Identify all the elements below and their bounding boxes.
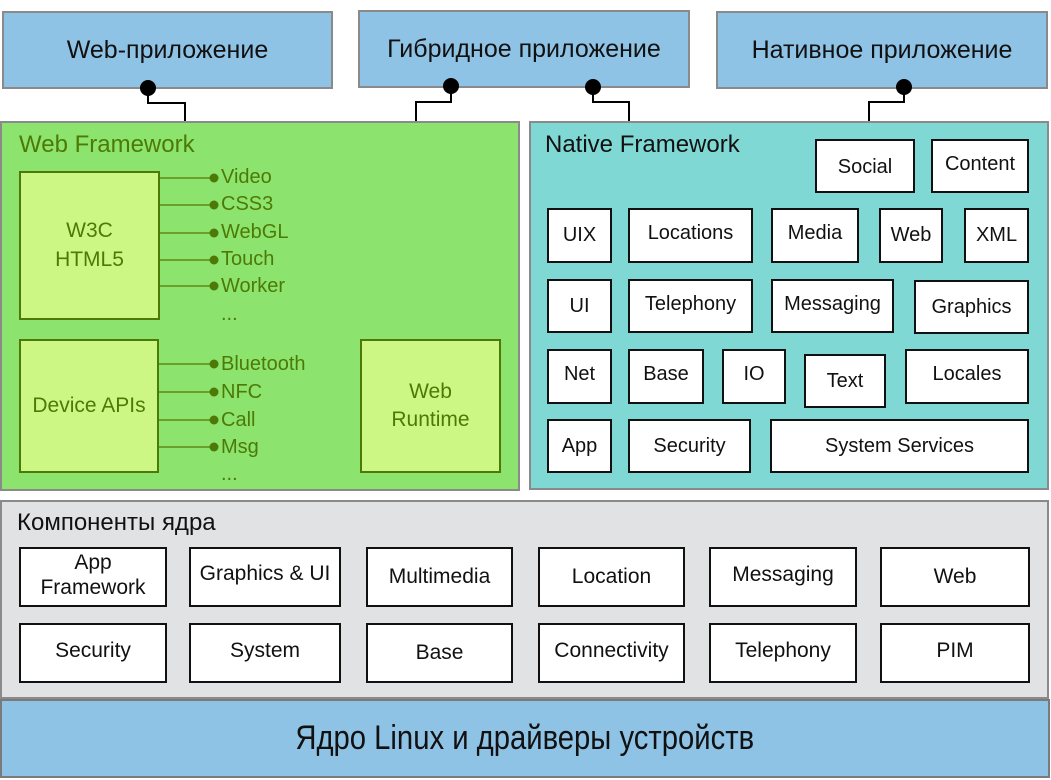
- core-label: Security: [55, 639, 131, 663]
- device-api-item: Bluetooth: [221, 353, 306, 375]
- module-label: UIX: [562, 224, 597, 246]
- core-telephony: Telephony: [709, 623, 857, 683]
- web-app-box: Web-приложение: [2, 11, 333, 89]
- native-module-uix: UIX: [547, 208, 612, 263]
- module-label: IO: [743, 363, 765, 385]
- module-label: UI: [569, 294, 590, 317]
- module-label: Social: [837, 155, 893, 178]
- device-api-item-more: ...: [221, 463, 238, 485]
- device-apis-label: Device APIs: [32, 393, 146, 417]
- module-label: Base: [643, 363, 689, 385]
- w3c-item: Worker: [221, 275, 286, 297]
- web-runtime-label-1: Web: [409, 379, 452, 403]
- core-label: Web: [933, 565, 977, 589]
- device-api-item: NFC: [221, 381, 263, 403]
- web-runtime-box: Web Runtime: [360, 339, 501, 473]
- module-label: Content: [944, 152, 1016, 175]
- core-label: Base: [415, 641, 464, 665]
- core-label: Telephony: [735, 639, 831, 663]
- module-label: Text: [826, 369, 864, 392]
- native-module-system-services: System Services: [770, 419, 1029, 473]
- native-module-content: Content: [931, 139, 1029, 193]
- native-module-telephony: Telephony: [628, 279, 753, 333]
- native-module-io: IO: [722, 349, 786, 404]
- module-label: Locations: [647, 222, 734, 244]
- module-label: System Services: [825, 434, 974, 457]
- architecture-diagram: Web-приложение Гибридное приложение Нати…: [0, 0, 1051, 780]
- module-label: Messaging: [784, 292, 881, 315]
- core-app-framework: App Framework: [19, 547, 167, 607]
- native-module-messaging: Messaging: [771, 279, 894, 333]
- core-security: Security: [19, 623, 167, 683]
- device-apis-box: Device APIs: [19, 339, 159, 473]
- core-pim: PIM: [880, 623, 1030, 683]
- web-app-label: Web-приложение: [66, 35, 269, 64]
- module-label: Media: [787, 222, 843, 244]
- native-app-box: Нативное приложение: [716, 11, 1048, 89]
- core-label: Location: [571, 565, 652, 589]
- web-app-connector-line: [147, 88, 186, 121]
- core-label: System: [229, 639, 300, 663]
- module-label: Security: [653, 434, 726, 457]
- w3c-html5-box: W3C HTML5: [19, 171, 160, 320]
- linux-kernel-bar: Ядро Linux и драйверы устройств: [0, 699, 1050, 778]
- module-label: Telephony: [644, 292, 737, 315]
- core-label: Messaging: [732, 563, 834, 587]
- hybrid-app-web-connector-line: [415, 86, 452, 121]
- core-multimedia: Multimedia: [366, 547, 513, 607]
- web-runtime-label-2: Runtime: [391, 408, 470, 431]
- hybrid-app-label: Гибридное приложение: [387, 34, 661, 63]
- native-app-label: Нативное приложение: [751, 35, 1013, 64]
- core-label: Multimedia: [388, 565, 491, 589]
- core-base: Base: [366, 623, 513, 683]
- html5-label: HTML5: [55, 247, 124, 271]
- core-connectivity: Connectivity: [538, 623, 685, 683]
- native-module-social: Social: [815, 139, 915, 193]
- core-location: Location: [538, 547, 685, 607]
- core-label: PIM: [936, 639, 974, 663]
- native-module-ui: UI: [547, 279, 612, 333]
- module-label: Graphics: [931, 295, 1012, 318]
- module-label: XML: [975, 224, 1018, 246]
- core-label: App: [74, 550, 112, 574]
- core-web: Web: [880, 547, 1030, 607]
- hybrid-app-box: Гибридное приложение: [358, 10, 690, 88]
- native-module-web: Web: [879, 208, 943, 263]
- core-system: System: [189, 623, 341, 683]
- native-module-base: Base: [628, 349, 704, 404]
- native-module-locations: Locations: [628, 208, 753, 263]
- core-messaging: Messaging: [709, 547, 857, 607]
- native-module-security: Security: [628, 419, 751, 473]
- w3c-item: Video: [221, 166, 272, 188]
- web-framework-title: Web Framework: [19, 131, 195, 158]
- module-label: Locales: [932, 363, 1002, 385]
- device-api-item: Call: [221, 409, 256, 431]
- device-api-item: Msg: [221, 436, 259, 458]
- core-graphics-ui: Graphics & UI: [189, 547, 341, 607]
- native-module-media: Media: [771, 208, 859, 263]
- module-label: App: [561, 434, 598, 457]
- module-label: Web: [890, 224, 932, 246]
- w3c-item: CSS3: [221, 193, 274, 215]
- native-module-locales: Locales: [905, 349, 1029, 404]
- w3c-item: Touch: [221, 248, 275, 270]
- native-module-text: Text: [804, 354, 886, 408]
- w3c-label: W3C: [66, 219, 113, 243]
- core-components-title: Компоненты ядра: [17, 509, 216, 536]
- native-module-graphics: Graphics: [914, 280, 1029, 334]
- core-label: Graphics & UI: [199, 562, 331, 586]
- hybrid-app-native-connector-line: [592, 87, 630, 121]
- core-label: Framework: [40, 576, 146, 599]
- module-label: Net: [563, 363, 596, 385]
- w3c-item: WebGL: [221, 221, 289, 243]
- w3c-item-more: ...: [221, 303, 238, 325]
- native-framework-title: Native Framework: [545, 131, 740, 158]
- native-module-app: App: [547, 419, 612, 473]
- native-module-xml: XML: [964, 208, 1029, 263]
- linux-kernel-label: Ядро Linux и драйверы устройств: [295, 719, 755, 757]
- core-label: Connectivity: [554, 639, 669, 663]
- native-app-connector-line: [868, 87, 905, 121]
- native-module-net: Net: [547, 349, 612, 404]
